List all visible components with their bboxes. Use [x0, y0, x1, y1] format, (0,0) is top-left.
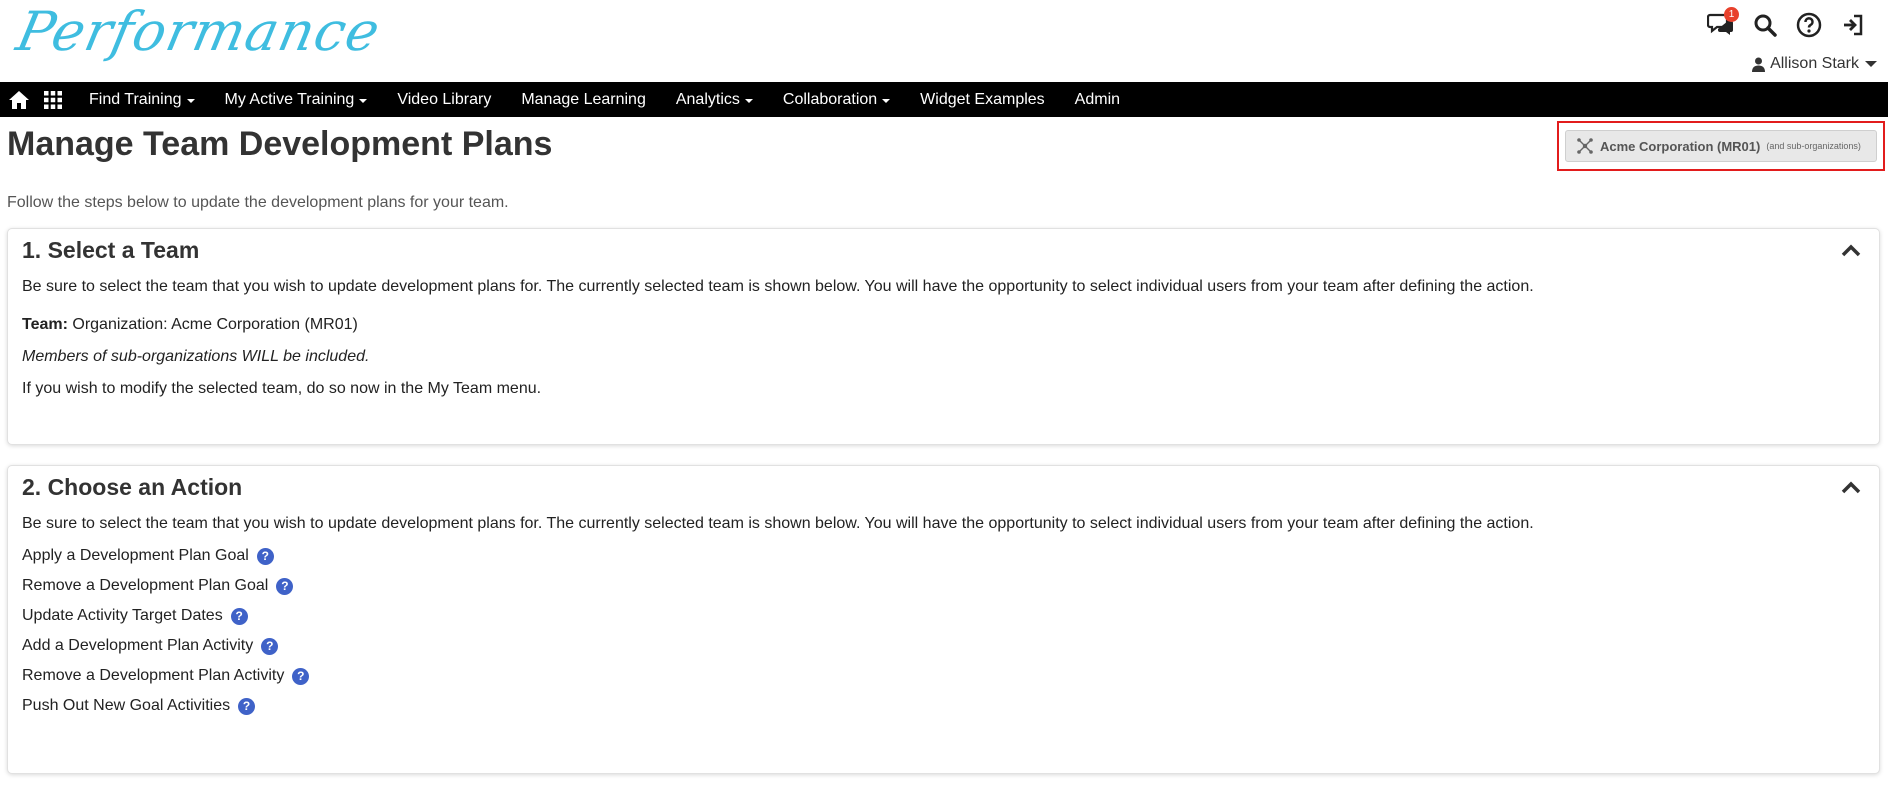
- caret-down-icon: [744, 98, 753, 103]
- apps-button[interactable]: [40, 87, 66, 113]
- help-circle-icon: [1796, 12, 1822, 38]
- grid-apps-icon: [44, 90, 62, 109]
- page-title: Manage Team Development Plans: [7, 125, 553, 163]
- title-row: Manage Team Development Plans Acme Corpo…: [0, 117, 1888, 197]
- action-remove-goal[interactable]: Remove a Development Plan Goal?: [22, 577, 1865, 595]
- nav-manage-learning[interactable]: Manage Learning: [506, 91, 661, 109]
- header-icons: 1: [1706, 7, 1868, 40]
- caret-down-icon: [1865, 61, 1877, 67]
- search-button[interactable]: [1750, 10, 1780, 40]
- step1-panel: 1. Select a Team Be sure to select the t…: [7, 228, 1880, 445]
- caret-down-icon: [186, 98, 195, 103]
- team-label: Team:: [22, 316, 68, 333]
- org-selector-button[interactable]: Acme Corporation (MR01) (and sub-organiz…: [1565, 130, 1877, 162]
- help-icon[interactable]: ?: [256, 547, 274, 565]
- user-menu[interactable]: Allison Stark: [1752, 55, 1878, 73]
- nav-my-active-training[interactable]: My Active Training: [210, 91, 383, 109]
- main-nav: Find Training My Active Training Video L…: [0, 82, 1888, 117]
- team-value: Organization: Acme Corporation (MR01): [67, 316, 358, 333]
- home-button[interactable]: [6, 87, 32, 113]
- help-button[interactable]: [1794, 10, 1824, 40]
- collapse-chevron-icon[interactable]: [1841, 243, 1861, 257]
- help-icon[interactable]: ?: [261, 637, 279, 655]
- nav-collaboration[interactable]: Collaboration: [768, 91, 905, 109]
- help-icon[interactable]: ?: [276, 577, 294, 595]
- collapse-chevron-icon[interactable]: [1841, 480, 1861, 494]
- members-note: Members of sub-organizations WILL be inc…: [22, 348, 370, 365]
- org-name: Acme Corporation (MR01): [1600, 138, 1761, 154]
- step1-description: Be sure to select the team that you wish…: [22, 278, 1534, 295]
- org-sub-label: (and sub-organizations): [1766, 141, 1861, 151]
- step2-title: 2. Choose an Action: [22, 474, 243, 500]
- caret-down-icon: [882, 98, 891, 103]
- action-apply-goal[interactable]: Apply a Development Plan Goal?: [22, 547, 1865, 565]
- nav-admin[interactable]: Admin: [1060, 91, 1135, 109]
- nav-video-library[interactable]: Video Library: [382, 91, 506, 109]
- user-name: Allison Stark: [1770, 55, 1859, 72]
- top-header: Performance 1 Allison Stark: [0, 0, 1888, 82]
- team-line: Team: Organization: Acme Corporation (MR…: [22, 316, 1865, 334]
- org-selector-highlight: Acme Corporation (MR01) (and sub-organiz…: [1557, 121, 1885, 171]
- step2-description: Be sure to select the team that you wish…: [22, 515, 1534, 532]
- action-update-target-dates[interactable]: Update Activity Target Dates?: [22, 607, 1865, 625]
- help-icon[interactable]: ?: [230, 607, 248, 625]
- logout-button[interactable]: [1838, 10, 1868, 40]
- help-icon[interactable]: ?: [238, 697, 256, 715]
- org-network-icon: [1577, 138, 1593, 154]
- help-icon[interactable]: ?: [292, 667, 310, 685]
- messages-button[interactable]: 1: [1706, 7, 1739, 40]
- search-icon: [1754, 14, 1777, 37]
- nav-widget-examples[interactable]: Widget Examples: [905, 91, 1060, 109]
- sign-out-icon: [1844, 14, 1863, 36]
- nav-analytics[interactable]: Analytics: [661, 91, 768, 109]
- action-remove-activity[interactable]: Remove a Development Plan Activity?: [22, 667, 1865, 685]
- step2-panel: 2. Choose an Action Be sure to select th…: [7, 465, 1880, 774]
- nav-find-training[interactable]: Find Training: [74, 91, 210, 109]
- step1-title: 1. Select a Team: [22, 237, 200, 263]
- modify-note: If you wish to modify the selected team,…: [22, 380, 542, 397]
- performance-logo[interactable]: Performance: [11, 0, 386, 63]
- caret-down-icon: [359, 98, 368, 103]
- action-push-goal-activities[interactable]: Push Out New Goal Activities?: [22, 697, 1865, 715]
- notification-badge: 1: [1724, 7, 1739, 22]
- home-icon: [9, 90, 29, 109]
- user-icon: [1752, 57, 1766, 72]
- action-add-activity[interactable]: Add a Development Plan Activity?: [22, 637, 1865, 655]
